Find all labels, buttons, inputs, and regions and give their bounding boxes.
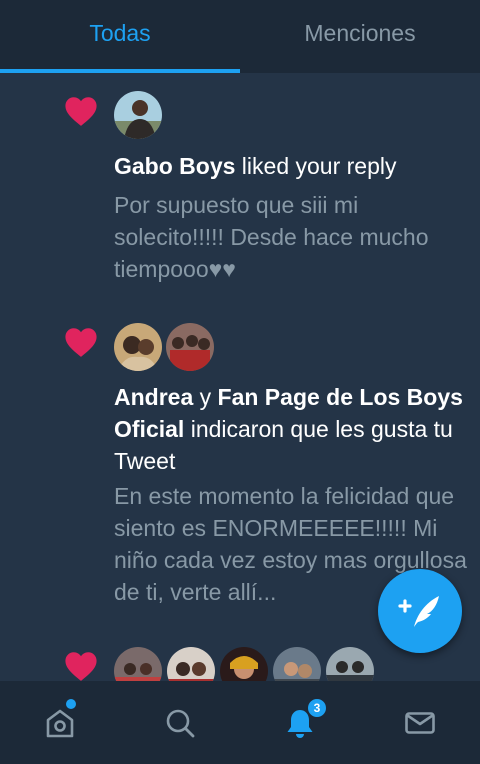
avatar-row [114,323,214,371]
bottom-navigation: 3 [0,681,480,764]
avatar[interactable] [167,647,215,681]
tab-all[interactable]: Todas [0,0,240,73]
notification-body: Por supuesto que siii mi solecito!!!!! D… [114,192,429,282]
tab-all-label: Todas [89,20,151,46]
compose-feather-icon [398,596,439,627]
nav-search[interactable] [120,681,240,764]
heart-icon [65,652,97,681]
compose-tweet-button[interactable] [378,569,462,653]
heart-icon [65,97,97,126]
nav-home[interactable] [0,681,120,764]
nav-notifications[interactable]: 3 [240,681,360,764]
notification-title: Gabo Boys liked your reply [114,150,470,182]
mail-icon [405,711,435,734]
avatar[interactable] [114,323,162,371]
avatar[interactable] [166,323,214,371]
avatar[interactable] [273,647,321,681]
avatar[interactable] [220,647,268,681]
actor-name[interactable]: Andrea [114,384,193,410]
actor-name[interactable]: Gabo Boys [114,153,235,179]
avatar[interactable] [114,91,162,139]
notification-action: liked your reply [235,153,397,179]
notifications-badge: 3 [306,697,328,719]
notification-item[interactable]: Gabo Boys liked your reply Por supuesto … [0,73,480,313]
tab-mentions[interactable]: Menciones [240,0,480,73]
notification-tabs: Todas Menciones [0,0,480,73]
avatar[interactable] [114,647,162,681]
heart-icon [65,328,97,357]
avatar-row [114,91,162,139]
search-icon [166,709,195,737]
new-content-indicator [66,699,76,709]
notification-title: Andrea y Fan Page de Los Boys Oficial in… [114,381,470,477]
nav-messages[interactable] [360,681,480,764]
notification-connector: y [193,384,218,410]
avatar-row [114,647,374,681]
tab-mentions-label: Menciones [304,20,416,46]
avatar[interactable] [326,647,374,681]
home-icon [46,709,74,737]
